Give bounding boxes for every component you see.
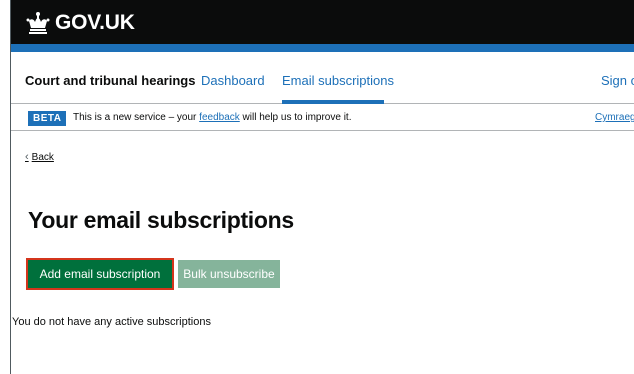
add-email-subscription-button[interactable]: Add email subscription xyxy=(26,258,174,290)
language-toggle-link[interactable]: Cymraeg xyxy=(595,112,634,123)
beta-tag: BETA xyxy=(28,111,67,126)
gov-header: GOV.UK xyxy=(11,0,634,52)
gov-logo-text: GOV.UK xyxy=(55,11,135,34)
browser-frame: GOV.UK Court and tribunal hearings Dashb… xyxy=(10,0,634,374)
service-name-link[interactable]: Court and tribunal hearings xyxy=(25,73,195,88)
gov-logo-link[interactable]: GOV.UK xyxy=(25,11,135,35)
crown-icon xyxy=(26,12,50,34)
back-link[interactable]: ‹ Back xyxy=(25,151,54,163)
page-title: Your email subscriptions xyxy=(28,207,294,233)
phase-banner-text: This is a new service – your feedback wi… xyxy=(73,112,351,123)
bulk-unsubscribe-button[interactable]: Bulk unsubscribe xyxy=(178,260,280,288)
phase-text-before: This is a new service – your xyxy=(73,112,200,123)
phase-text-after: will help us to improve it. xyxy=(239,112,352,123)
service-navigation: Court and tribunal hearings Dashboard Em… xyxy=(11,60,634,104)
nav-email-subscriptions-link[interactable]: Email subscriptions xyxy=(282,73,394,88)
phase-banner: BETA This is a new service – your feedba… xyxy=(11,105,634,131)
chevron-left-icon: ‹ xyxy=(25,151,29,163)
feedback-link[interactable]: feedback xyxy=(199,112,240,123)
nav-dashboard-link[interactable]: Dashboard xyxy=(201,73,265,88)
back-link-label: Back xyxy=(31,151,54,163)
nav-active-indicator xyxy=(282,100,384,104)
sign-out-link[interactable]: Sign out xyxy=(601,73,634,88)
empty-subscriptions-message: You do not have any active subscriptions xyxy=(12,316,211,328)
